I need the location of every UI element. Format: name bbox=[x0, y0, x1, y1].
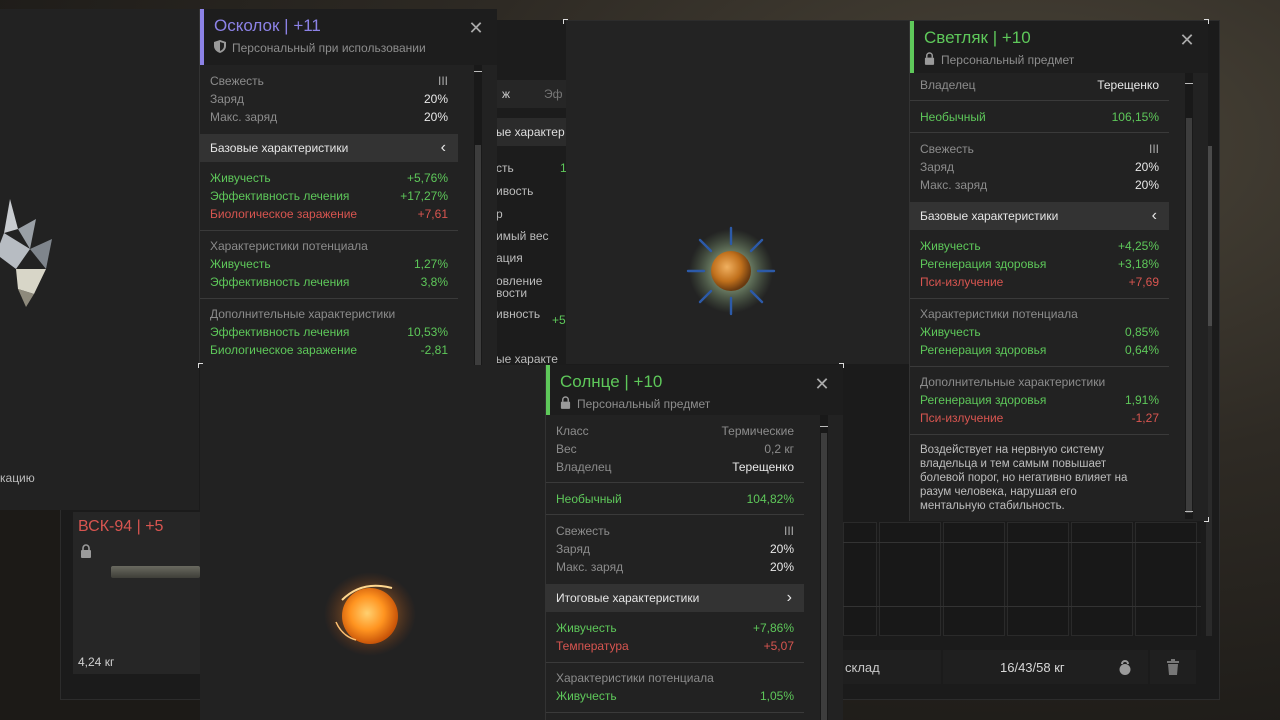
glow-subtitle: Персональный предмет bbox=[941, 53, 1075, 67]
shard-subtitle: Персональный при использовании bbox=[232, 41, 426, 55]
info-row: Вес 0,2 кг bbox=[556, 442, 794, 456]
rarity-row: Необычный 106,15% bbox=[920, 110, 1159, 124]
glow-description: Воздействует на нервную систему владельц… bbox=[920, 444, 1128, 512]
shard-potential-header: Характеристики потенциала bbox=[210, 239, 368, 253]
stat-row: Живучесть +4,25% bbox=[920, 239, 1159, 253]
owner-row: Владелец Терещенко bbox=[920, 78, 1159, 92]
stat-row: Эффективность лечения 10,53% bbox=[210, 325, 448, 339]
glow-base-section-toggle[interactable]: Базовые характеристики ‹ bbox=[910, 202, 1169, 230]
weapon-weight: 4,24 кг bbox=[78, 655, 115, 669]
glow-potential-header: Характеристики потенциала bbox=[920, 307, 1078, 321]
info-row: Класс Термические bbox=[556, 424, 794, 438]
glow-extra-header: Дополнительные характеристики bbox=[920, 375, 1106, 389]
inventory-cell[interactable] bbox=[843, 522, 877, 636]
chevron-right-icon: › bbox=[786, 589, 792, 606]
shard-tooltip: Осколок | +11 Персональный при использов… bbox=[199, 9, 497, 365]
shard-extra-header: Дополнительные характеристики bbox=[210, 307, 396, 321]
stat-row: Заряд 20% bbox=[556, 542, 794, 556]
stat-row: Регенерация здоровья +3,18% bbox=[920, 257, 1159, 271]
sun-total-section-toggle[interactable]: Итоговые характеристики › bbox=[546, 584, 804, 612]
stat-row: Биологическое заражение +7,61 bbox=[210, 207, 448, 221]
rifle-image bbox=[111, 566, 200, 578]
info-row: Владелец Терещенко bbox=[556, 460, 794, 474]
lock-icon bbox=[80, 544, 92, 561]
crystal-artifact bbox=[0, 199, 52, 307]
sun-image-pane bbox=[200, 365, 545, 720]
glow-image-pane bbox=[566, 21, 909, 364]
stat-row: Живучесть 1,05% bbox=[556, 689, 794, 703]
stat-row: Заряд 20% bbox=[210, 92, 448, 106]
storage-footer: склад bbox=[843, 650, 941, 684]
stat-row: Живучесть +5,76% bbox=[210, 171, 448, 185]
stat-row: Температура +5,07 bbox=[556, 639, 794, 653]
inventory-cell[interactable] bbox=[879, 522, 941, 636]
inventory-cell[interactable] bbox=[1135, 522, 1197, 636]
close-icon[interactable]: ✕ bbox=[813, 375, 831, 393]
stat-row: Пси-излучение +7,69 bbox=[920, 275, 1159, 289]
stat-row: Биологическое заражение -2,81 bbox=[210, 343, 448, 357]
stat-row: Регенерация здоровья 1,91% bbox=[920, 393, 1159, 407]
storage-label: склад bbox=[845, 660, 880, 675]
lock-icon bbox=[560, 396, 571, 412]
stat-row: Эффективность лечения 3,8% bbox=[210, 275, 448, 289]
glow-header: Светляк | +10 Персональный предмет ✕ bbox=[910, 21, 1208, 73]
shard-image-pane: кацию bbox=[0, 9, 199, 510]
stat-row: Пси-излучение -1,27 bbox=[920, 411, 1159, 425]
stat-row: Живучесть 1,27% bbox=[210, 257, 448, 271]
trash-icon bbox=[1166, 659, 1180, 678]
stat-row: Макс. заряд 20% bbox=[210, 110, 448, 124]
sun-header: Солнце | +10 Персональный предмет ✕ bbox=[546, 365, 843, 415]
inventory-cell[interactable] bbox=[1007, 522, 1069, 636]
chevron-left-icon: ‹ bbox=[440, 139, 446, 156]
weapon-name: ВСК-94 bbox=[78, 518, 133, 535]
shard-scrollbar[interactable] bbox=[474, 65, 482, 365]
stat-row: Свежесть III bbox=[210, 74, 448, 88]
stat-row: Заряд 20% bbox=[920, 160, 1159, 174]
weapon-slot[interactable]: ВСК-94 | +5 4,24 кг bbox=[73, 512, 200, 674]
shard-base-section-toggle[interactable]: Базовые характеристики ‹ bbox=[200, 134, 458, 162]
trash-button[interactable] bbox=[1150, 650, 1196, 684]
sun-subtitle: Персональный предмет bbox=[577, 397, 711, 411]
lock-icon bbox=[924, 52, 935, 68]
weapon-level: +5 bbox=[145, 518, 164, 535]
shield-icon bbox=[214, 40, 226, 56]
weight-footer: 16/43/58 кг bbox=[943, 650, 1148, 684]
stat-row: Живучесть 0,85% bbox=[920, 325, 1159, 339]
rarity-row: Необычный 104,82% bbox=[556, 492, 794, 506]
shard-header: Осколок | +11 Персональный при использов… bbox=[200, 9, 497, 65]
stat-row: Регенерация здоровья 0,64% bbox=[920, 343, 1159, 357]
close-icon[interactable]: ✕ bbox=[467, 19, 485, 37]
inventory-cell[interactable] bbox=[1071, 522, 1133, 636]
sun-artifact bbox=[324, 572, 416, 656]
stat-row: Макс. заряд 20% bbox=[920, 178, 1159, 192]
stat-row: Макс. заряд 20% bbox=[556, 560, 794, 574]
sun-scrollbar[interactable] bbox=[820, 415, 828, 720]
glow-scrollbar[interactable] bbox=[1185, 73, 1193, 519]
sun-title: Солнце | +10 bbox=[560, 372, 663, 391]
chevron-left-icon: ‹ bbox=[1151, 207, 1157, 224]
stat-row: Эффективность лечения +17,27% bbox=[210, 189, 448, 203]
sun-potential-header: Характеристики потенциала bbox=[556, 671, 714, 685]
shard-title: Осколок | +11 bbox=[214, 16, 321, 35]
stat-row: Свежесть III bbox=[556, 524, 794, 538]
inventory-grid bbox=[843, 522, 1201, 636]
stat-row: Живучесть +7,86% bbox=[556, 621, 794, 635]
carry-weight: 16/43/58 кг bbox=[1000, 660, 1065, 675]
firefly-artifact bbox=[686, 226, 776, 316]
glow-tooltip: Светляк | +10 Персональный предмет ✕ Вла… bbox=[909, 21, 1208, 521]
stat-row: Свежесть III bbox=[920, 142, 1159, 156]
glow-title: Светляк | +10 bbox=[924, 28, 1031, 47]
kettlebell-icon bbox=[1117, 658, 1133, 679]
close-icon[interactable]: ✕ bbox=[1178, 31, 1196, 49]
left-text-fragment: кацию bbox=[0, 471, 35, 485]
sun-tooltip: Солнце | +10 Персональный предмет ✕ Клас… bbox=[545, 365, 843, 720]
inventory-cell[interactable] bbox=[943, 522, 1005, 636]
